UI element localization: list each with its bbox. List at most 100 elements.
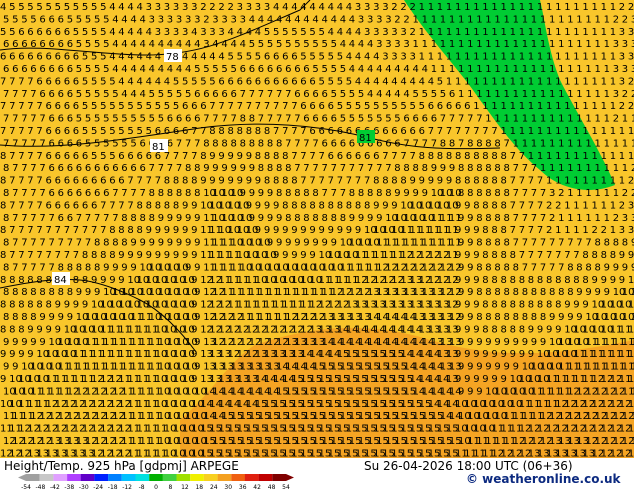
svg-text:1: 1 bbox=[528, 101, 534, 112]
svg-text:1: 1 bbox=[595, 114, 601, 125]
svg-text:4: 4 bbox=[127, 76, 133, 87]
svg-text:9: 9 bbox=[191, 250, 197, 261]
svg-text:9: 9 bbox=[155, 225, 161, 236]
svg-text:1: 1 bbox=[549, 138, 555, 149]
svg-text:7: 7 bbox=[0, 101, 6, 112]
svg-text:7: 7 bbox=[573, 250, 579, 261]
site-credit[interactable]: © weatheronline.co.uk bbox=[466, 472, 621, 486]
svg-text:8: 8 bbox=[21, 312, 27, 323]
svg-text:7: 7 bbox=[85, 213, 91, 224]
svg-text:9: 9 bbox=[464, 225, 470, 236]
svg-text:9: 9 bbox=[558, 312, 564, 323]
svg-text:1: 1 bbox=[413, 39, 419, 50]
svg-text:7: 7 bbox=[21, 89, 27, 100]
svg-text:1: 1 bbox=[595, 163, 601, 174]
svg-text:5: 5 bbox=[94, 14, 100, 25]
svg-text:7: 7 bbox=[276, 114, 282, 125]
svg-text:1: 1 bbox=[476, 39, 482, 50]
svg-text:4: 4 bbox=[328, 2, 334, 13]
svg-text:9: 9 bbox=[209, 151, 215, 162]
svg-text:2: 2 bbox=[549, 213, 555, 224]
svg-text:2: 2 bbox=[555, 200, 561, 211]
svg-text:4: 4 bbox=[249, 14, 255, 25]
svg-text:7: 7 bbox=[21, 138, 27, 149]
svg-text:4: 4 bbox=[367, 89, 373, 100]
svg-text:8: 8 bbox=[482, 250, 488, 261]
svg-text:4: 4 bbox=[149, 64, 155, 75]
svg-text:1: 1 bbox=[540, 39, 546, 50]
svg-text:7: 7 bbox=[322, 188, 328, 199]
svg-text:6: 6 bbox=[240, 64, 246, 75]
svg-text:7: 7 bbox=[519, 151, 525, 162]
svg-text:9: 9 bbox=[258, 188, 264, 199]
svg-text:1: 1 bbox=[592, 52, 598, 63]
svg-text:9: 9 bbox=[473, 300, 479, 311]
svg-text:7: 7 bbox=[64, 250, 70, 261]
svg-text:8: 8 bbox=[249, 114, 255, 125]
svg-text:1: 1 bbox=[504, 89, 510, 100]
svg-text:5: 5 bbox=[267, 39, 273, 50]
svg-text:1: 1 bbox=[504, 64, 510, 75]
svg-text:7: 7 bbox=[27, 151, 33, 162]
svg-text:5: 5 bbox=[127, 126, 133, 137]
svg-text:4: 4 bbox=[137, 52, 143, 63]
svg-text:3: 3 bbox=[173, 2, 179, 13]
svg-text:7: 7 bbox=[282, 126, 288, 137]
svg-text:1: 1 bbox=[428, 27, 434, 38]
svg-text:1: 1 bbox=[601, 151, 607, 162]
svg-text:1: 1 bbox=[601, 101, 607, 112]
svg-text:8: 8 bbox=[494, 163, 500, 174]
svg-text:1: 1 bbox=[531, 39, 537, 50]
svg-text:6: 6 bbox=[21, 39, 27, 50]
svg-text:9: 9 bbox=[403, 188, 409, 199]
svg-text:9: 9 bbox=[194, 238, 200, 249]
scale-swatch bbox=[217, 474, 232, 481]
svg-text:7: 7 bbox=[513, 188, 519, 199]
valid-time: Su 26-04-2026 18:00 UTC (06+36) bbox=[364, 459, 573, 473]
svg-text:6: 6 bbox=[400, 126, 406, 137]
svg-text:9: 9 bbox=[182, 200, 188, 211]
svg-text:9: 9 bbox=[367, 213, 373, 224]
svg-text:8: 8 bbox=[137, 225, 143, 236]
svg-text:9: 9 bbox=[273, 225, 279, 236]
svg-text:4: 4 bbox=[376, 64, 382, 75]
svg-text:1: 1 bbox=[455, 76, 461, 87]
svg-text:1: 1 bbox=[549, 89, 555, 100]
svg-text:3: 3 bbox=[149, 14, 155, 25]
svg-text:8: 8 bbox=[264, 151, 270, 162]
svg-text:1: 1 bbox=[513, 138, 519, 149]
svg-text:1: 1 bbox=[555, 52, 561, 63]
svg-text:9: 9 bbox=[391, 200, 397, 211]
svg-text:8: 8 bbox=[555, 300, 561, 311]
svg-text:4: 4 bbox=[294, 14, 300, 25]
svg-text:7: 7 bbox=[194, 138, 200, 149]
svg-text:9: 9 bbox=[455, 300, 461, 311]
svg-text:1: 1 bbox=[482, 27, 488, 38]
svg-text:7: 7 bbox=[531, 262, 537, 273]
svg-text:1: 1 bbox=[531, 64, 537, 75]
svg-text:9: 9 bbox=[67, 312, 73, 323]
svg-text:3: 3 bbox=[246, 2, 252, 13]
svg-text:9: 9 bbox=[21, 337, 27, 348]
svg-text:8: 8 bbox=[567, 262, 573, 273]
svg-text:6: 6 bbox=[64, 151, 70, 162]
svg-text:7: 7 bbox=[522, 238, 528, 249]
svg-text:1: 1 bbox=[540, 14, 546, 25]
svg-text:9: 9 bbox=[164, 225, 170, 236]
svg-text:6: 6 bbox=[282, 52, 288, 63]
svg-text:4: 4 bbox=[391, 76, 397, 87]
svg-text:5: 5 bbox=[337, 76, 343, 87]
svg-text:7: 7 bbox=[0, 76, 6, 87]
svg-text:1: 1 bbox=[473, 27, 479, 38]
svg-text:1: 1 bbox=[528, 126, 534, 137]
svg-text:6: 6 bbox=[364, 151, 370, 162]
svg-text:4: 4 bbox=[349, 64, 355, 75]
svg-text:9: 9 bbox=[185, 262, 191, 273]
svg-text:8: 8 bbox=[294, 213, 300, 224]
svg-text:1: 1 bbox=[446, 2, 452, 13]
svg-text:9: 9 bbox=[12, 362, 18, 373]
svg-text:9: 9 bbox=[73, 300, 79, 311]
svg-text:8: 8 bbox=[504, 238, 510, 249]
svg-text:7: 7 bbox=[21, 238, 27, 249]
svg-text:9: 9 bbox=[294, 238, 300, 249]
